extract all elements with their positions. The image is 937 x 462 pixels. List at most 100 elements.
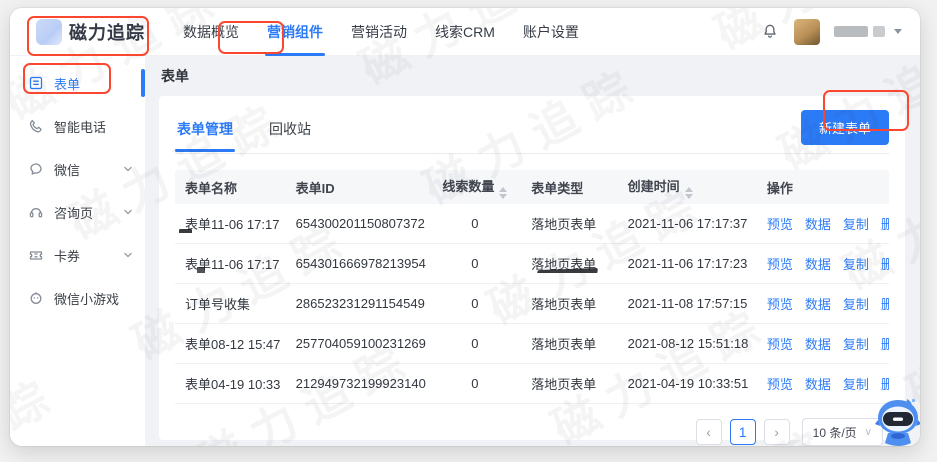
delete-link[interactable]: 删除 — [881, 254, 889, 273]
service-robot-mascot[interactable] — [874, 396, 920, 446]
table-body: 表单11-06 17:17 654300201150807372 0 落地页表单… — [175, 204, 889, 404]
form-id-cell: 654300201150807372 — [286, 216, 429, 231]
username-blur-block — [873, 26, 885, 37]
app-logo-icon — [36, 18, 62, 45]
preview-link[interactable]: 预览 — [767, 254, 793, 273]
column-lead-count[interactable]: 线索数量 — [428, 176, 521, 199]
nav-account-settings[interactable]: 账户设置 — [509, 8, 593, 56]
lead-count-cell: 0 — [471, 296, 479, 311]
delete-link[interactable]: 删除 — [881, 334, 889, 353]
copy-link[interactable]: 复制 — [843, 214, 869, 233]
created-time-cell: 2021-08-12 15:51:18 — [618, 336, 757, 351]
sidebar-item-consult-page[interactable]: 咨询页 — [10, 197, 145, 227]
prev-page-button[interactable]: ‹ — [695, 419, 722, 445]
form-name-cell: 订单号收集 — [185, 297, 251, 312]
created-time-cell: 2021-11-08 17:57:15 — [618, 296, 757, 311]
app-logo[interactable]: 磁力追踪 — [36, 18, 145, 45]
page-size-value: 10 条/页 — [812, 425, 857, 440]
preview-link[interactable]: 预览 — [767, 294, 793, 313]
top-nav: 数据概览 营销组件 营销活动 线索CRM 账户设置 — [169, 8, 593, 56]
tab-form-management[interactable]: 表单管理 — [175, 113, 235, 152]
page-size-select[interactable]: 10 条/页 ∨ — [801, 418, 883, 446]
data-link[interactable]: 数据 — [805, 214, 831, 233]
next-page-button[interactable]: › — [763, 419, 790, 445]
page-number-button[interactable]: 1 — [729, 419, 756, 445]
header-right — [760, 18, 902, 45]
nav-leads-crm[interactable]: 线索CRM — [421, 8, 509, 56]
column-form-id[interactable]: 表单ID — [286, 178, 429, 197]
user-avatar[interactable] — [794, 18, 820, 45]
delete-link[interactable]: 删除 — [881, 294, 889, 313]
chevron-down-icon — [124, 166, 132, 172]
chevron-down-icon — [894, 29, 902, 34]
form-type-cell: 落地页表单 — [521, 254, 617, 273]
copy-link[interactable]: 复制 — [843, 334, 869, 353]
actions-cell: 预览 数据 复制 删除 — [757, 334, 889, 353]
sidebar-item-label: 卡券 — [54, 248, 81, 264]
form-name-cell: 表单11-06 17:17 — [175, 254, 286, 273]
bell-icon[interactable] — [760, 22, 780, 42]
lead-count-cell: 0 — [471, 336, 479, 351]
created-time-cell: 2021-11-06 17:17:23 — [627, 256, 748, 271]
created-time-cell: 2021-04-19 10:33:51 — [627, 376, 749, 391]
column-form-name[interactable]: 表单名称 — [175, 178, 286, 197]
preview-link[interactable]: 预览 — [767, 214, 793, 233]
copy-link[interactable]: 复制 — [843, 374, 869, 393]
nav-marketing-campaigns[interactable]: 营销活动 — [337, 8, 421, 56]
sidebar-item-coupon[interactable]: 卡券 — [10, 240, 145, 270]
form-id-cell: 257704059100231269 — [286, 336, 429, 351]
actions-cell: 预览 数据 复制 删除 — [757, 374, 889, 393]
copy-link[interactable]: 复制 — [843, 254, 869, 273]
copy-link[interactable]: 复制 — [843, 294, 869, 313]
data-link[interactable]: 数据 — [805, 334, 831, 353]
column-created-time[interactable]: 创建时间 — [618, 176, 757, 199]
lead-count-cell: 0 — [471, 216, 479, 231]
sort-icon[interactable] — [684, 186, 693, 199]
table-row: 订单号收集 286523231291154549 0 落地页表单 2021-11… — [175, 284, 889, 324]
form-type-cell: 落地页表单 — [531, 377, 597, 392]
app-window: 磁力追踪磁力追踪磁力追踪磁力追踪磁力追踪磁力追踪磁力追踪磁力追踪磁力追踪磁力追踪… — [10, 8, 920, 446]
sidebar-item-label: 咨询页 — [54, 205, 94, 221]
actions-cell: 预览 数据 复制 删除 — [757, 214, 889, 233]
sort-icon[interactable] — [499, 186, 508, 199]
created-time-cell: 2021-11-06 17:17:37 — [627, 216, 748, 231]
preview-link[interactable]: 预览 — [767, 374, 793, 393]
data-link[interactable]: 数据 — [805, 254, 831, 273]
nav-marketing-components[interactable]: 营销组件 — [253, 8, 337, 56]
headset-icon — [29, 208, 43, 218]
sidebar-item-wechat-minigame[interactable]: 微信小游戏 — [10, 283, 145, 313]
top-header: 磁力追踪 数据概览 营销组件 营销活动 线索CRM 账户设置 — [10, 8, 920, 56]
tab-recycle-bin[interactable]: 回收站 — [267, 113, 313, 151]
table-row: 表单08-12 15:47 257704059100231269 0 落地页表单… — [175, 324, 889, 364]
form-type-cell: 落地页表单 — [531, 337, 597, 352]
form-type-cell: 落地页表单 — [531, 297, 597, 312]
wechat-icon — [30, 163, 42, 175]
data-link[interactable]: 数据 — [805, 294, 831, 313]
column-form-type[interactable]: 表单类型 — [521, 178, 617, 197]
phone-icon — [29, 119, 42, 133]
chevron-down-icon — [124, 252, 132, 258]
content-card: 表单管理 回收站 新建表单 表单名称 表单ID 线索数量 表单类型 创建时间 操… — [159, 96, 905, 446]
preview-link[interactable]: 预览 — [767, 334, 793, 353]
sidebar: 表单 智能电话 微信 咨询页 卡券 微信小游戏 — [10, 56, 145, 446]
sidebar-item-smart-phone[interactable]: 智能电话 — [10, 111, 145, 141]
data-link[interactable]: 数据 — [805, 374, 831, 393]
username-redacted[interactable] — [834, 26, 902, 37]
sidebar-item-form[interactable]: 表单 — [10, 68, 145, 98]
delete-link[interactable]: 删除 — [881, 374, 889, 393]
delete-link[interactable]: 删除 — [881, 214, 889, 233]
sidebar-item-label: 微信小游戏 — [54, 291, 120, 307]
sidebar-item-wechat[interactable]: 微信 — [10, 154, 145, 184]
new-form-button[interactable]: 新建表单 — [800, 110, 889, 145]
form-type-cell: 落地页表单 — [531, 217, 597, 232]
form-table: 表单名称 表单ID 线索数量 表单类型 创建时间 操作 表单11-06 17:1… — [175, 170, 889, 404]
table-row: 表单11-06 17:17 654300201150807372 0 落地页表单… — [175, 204, 889, 244]
form-id-cell: 654301666978213954 — [286, 256, 429, 271]
actions-cell: 预览 数据 复制 删除 — [757, 254, 889, 273]
lead-count-cell: 0 — [471, 376, 479, 391]
chevron-down-icon — [124, 209, 132, 215]
nav-data-overview[interactable]: 数据概览 — [169, 8, 253, 56]
actions-cell: 预览 数据 复制 删除 — [757, 294, 889, 313]
form-id-cell: 286523231291154549 — [286, 296, 429, 311]
table-header-row: 表单名称 表单ID 线索数量 表单类型 创建时间 操作 — [175, 170, 889, 204]
